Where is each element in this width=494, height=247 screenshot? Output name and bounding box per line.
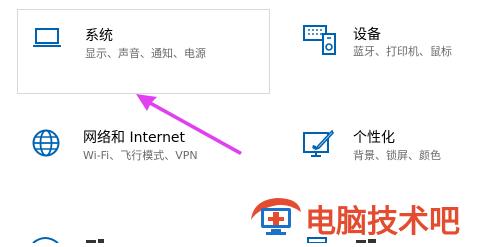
system-tile[interactable]: 系统 显示、声音、通知、电源 [17, 9, 270, 94]
devices-title: 设备 [353, 27, 381, 43]
personalization-icon [303, 129, 335, 163]
laptop-icon [32, 27, 62, 53]
devices-tile[interactable]: 设备 蓝牙、打印机、鼠标 [295, 12, 490, 82]
globe-icon [31, 128, 61, 162]
watermark-text: 电脑技术吧 [305, 204, 460, 240]
personalization-tile[interactable]: 个性化 背景、锁屏、颜色 [295, 118, 490, 188]
personalization-subtitle: 背景、锁屏、颜色 [353, 149, 441, 162]
personalization-title: 个性化 [353, 130, 395, 146]
system-subtitle: 显示、声音、通知、电源 [85, 47, 206, 60]
system-title: 系统 [85, 28, 113, 44]
annotation-arrow [136, 94, 242, 155]
watermark: 电脑技术吧 [245, 193, 494, 240]
devices-icon [303, 22, 339, 60]
watermark-logo [251, 198, 301, 235]
devices-subtitle: 蓝牙、打印机、鼠标 [353, 45, 452, 58]
